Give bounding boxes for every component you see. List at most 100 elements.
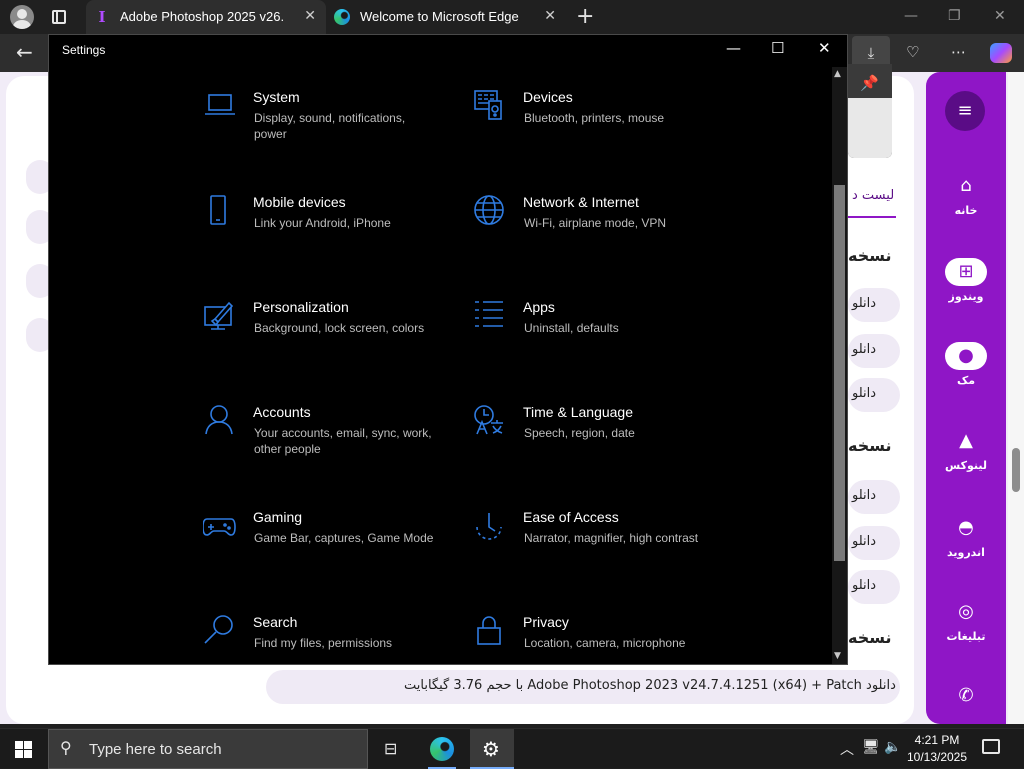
category-description: Location, camera, microphone [524, 636, 686, 650]
back-arrow-icon[interactable]: ← [16, 40, 33, 64]
taskbar-search-box[interactable]: ⚲ Type here to search [48, 729, 368, 769]
settings-titlebar[interactable]: Settings — ☐ ✕ [49, 35, 847, 67]
category-description: Your accounts, email, sync, work, other … [254, 426, 432, 456]
phone-call-icon: ✆ [958, 685, 974, 706]
category-description: Game Bar, captures, Game Mode [254, 531, 434, 545]
browser-minimize-button[interactable]: — [904, 8, 918, 24]
clock-date: 10/13/2025 [906, 750, 968, 764]
browser-tab-bar: I Adobe Photoshop 2025 v26.11.0. ✕ Welco… [0, 0, 1024, 34]
download-row[interactable]: دانلو [848, 288, 900, 322]
category-title: Gaming [253, 509, 303, 525]
category-title: Time & Language [523, 404, 633, 420]
browser-essentials-icon[interactable]: ♡ [906, 43, 919, 61]
category-title: Search [253, 614, 298, 630]
tab-photoshop[interactable]: I Adobe Photoshop 2025 v26.11.0. ✕ [86, 0, 326, 34]
pin-icon[interactable]: 📌 [860, 74, 879, 92]
section-heading: نسخه [848, 436, 892, 455]
taskbar-settings-button[interactable]: ⚙ [470, 729, 514, 769]
settings-scrollbar[interactable]: ▲ ▼ [832, 67, 847, 664]
gear-icon: ⚙ [482, 737, 500, 761]
profile-avatar-icon[interactable] [10, 5, 34, 29]
page-scrollbar-thumb[interactable] [1012, 448, 1020, 492]
phone-icon [203, 194, 237, 228]
volume-muted-icon[interactable]: 🔈 [884, 739, 901, 755]
category-description: Narrator, magnifier, high contrast [524, 531, 699, 545]
notification-center-icon[interactable] [982, 739, 1000, 754]
sidebar-item-linux[interactable]: ▲ لینوکس [926, 427, 1006, 472]
close-button[interactable]: ✕ [818, 39, 831, 57]
category-description: Uninstall, defaults [524, 321, 619, 335]
category-description: Bluetooth, printers, mouse [524, 111, 665, 125]
apple-icon: ● [945, 342, 987, 370]
menu-icon[interactable]: ≡ [945, 91, 985, 131]
search-icon [203, 614, 237, 648]
person-icon [203, 404, 237, 438]
copilot-icon[interactable] [990, 43, 1012, 63]
tab-close-icon[interactable]: ✕ [544, 8, 556, 24]
task-view-icon[interactable]: ⊟ [384, 739, 397, 758]
time-language-icon [473, 404, 507, 438]
tab-edge-welcome[interactable]: Welcome to Microsoft Edge ✕ [326, 0, 566, 34]
tab-actions-icon[interactable] [52, 10, 66, 24]
download-row-text: دانلو [852, 578, 877, 593]
edge-icon [430, 737, 454, 761]
laptop-icon [203, 89, 237, 123]
scroll-up-icon[interactable]: ▲ [834, 69, 841, 79]
page-scrollbar[interactable] [1008, 72, 1024, 724]
taskbar-clock[interactable]: 4:21 PM 10/13/2025 [904, 732, 970, 766]
sidebar-item-home[interactable]: ⌂ خانه [926, 172, 1006, 217]
browser-restore-button[interactable]: ❐ [948, 8, 961, 24]
category-title: Mobile devices [253, 194, 346, 210]
maximize-button[interactable]: ☐ [771, 39, 784, 57]
devices-icon [473, 89, 507, 123]
download-row-text: دانلو [852, 534, 877, 549]
tab-close-icon[interactable]: ✕ [304, 8, 316, 24]
tab-title: Adobe Photoshop 2025 v26.11.0. [120, 9, 285, 24]
tab-title: Welcome to Microsoft Edge [360, 9, 519, 24]
list-tab-label[interactable]: لیست د [852, 188, 894, 203]
download-row-text: دانلود Adobe Photoshop 2023 v24.7.4.1251… [404, 678, 896, 693]
browser-close-button[interactable]: ✕ [994, 8, 1006, 24]
sidebar-item-windows[interactable]: ⊞ ویندوز [926, 258, 1006, 303]
sidebar-item-label: ویندوز [948, 290, 984, 303]
category-description: Find my files, permissions [254, 636, 393, 650]
section-heading: نسخه [848, 246, 892, 265]
scroll-down-icon[interactable]: ▼ [834, 651, 841, 661]
download-row[interactable]: دانلو [848, 526, 900, 560]
category-title: Ease of Access [523, 509, 619, 525]
network-icon[interactable]: 🖥 [862, 739, 880, 755]
show-hidden-icons-chevron-icon[interactable]: ︿ [840, 739, 854, 759]
site-sidebar: ≡ ⌂ خانه ⊞ ویندوز ● مک ▲ لینوکس ◓ اندروی… [926, 72, 1006, 724]
linux-icon: ▲ [959, 430, 973, 451]
list-tab-underline [846, 216, 896, 218]
paint-icon [203, 299, 237, 333]
minimize-button[interactable]: — [726, 39, 741, 57]
sidebar-item-contact[interactable]: ✆ [926, 682, 1006, 710]
more-options-icon[interactable]: ⋯ [951, 43, 966, 61]
sidebar-item-ads[interactable]: ◎ تبلیغات [926, 598, 1006, 643]
download-row[interactable]: دانلود Adobe Photoshop 2023 v24.7.4.1251… [266, 670, 900, 704]
start-windows-icon[interactable] [15, 741, 32, 758]
clock-time: 4:21 PM [914, 733, 960, 747]
download-row[interactable]: دانلو [848, 480, 900, 514]
category-title: Devices [523, 89, 573, 105]
category-description: Wi-Fi, airplane mode, VPN [524, 216, 667, 230]
windows-taskbar: ⚲ Type here to search ⊟ ⚙ ︿ 🖥 🔈 4:21 PM … [0, 728, 1024, 769]
sidebar-item-mac[interactable]: ● مک [926, 342, 1006, 387]
ease-of-access-icon [473, 509, 507, 543]
download-row[interactable]: دانلو [848, 378, 900, 412]
download-row[interactable]: دانلو [848, 570, 900, 604]
category-title: Personalization [253, 299, 349, 315]
search-placeholder: Type here to search [89, 741, 222, 758]
new-tab-button[interactable]: + [576, 4, 594, 29]
download-row[interactable]: دانلو [848, 334, 900, 368]
settings-scrollbar-thumb[interactable] [834, 185, 845, 561]
category-title: System [253, 89, 300, 105]
android-icon: ◓ [958, 517, 974, 538]
sidebar-item-android[interactable]: ◓ اندروید [926, 514, 1006, 559]
category-description: Display, sound, notifications, power [254, 111, 406, 141]
ads-icon: ◎ [958, 601, 974, 622]
section-heading: نسخه [848, 628, 892, 647]
taskbar-edge-button[interactable] [420, 729, 464, 769]
download-icon: ⤓ [867, 44, 875, 62]
